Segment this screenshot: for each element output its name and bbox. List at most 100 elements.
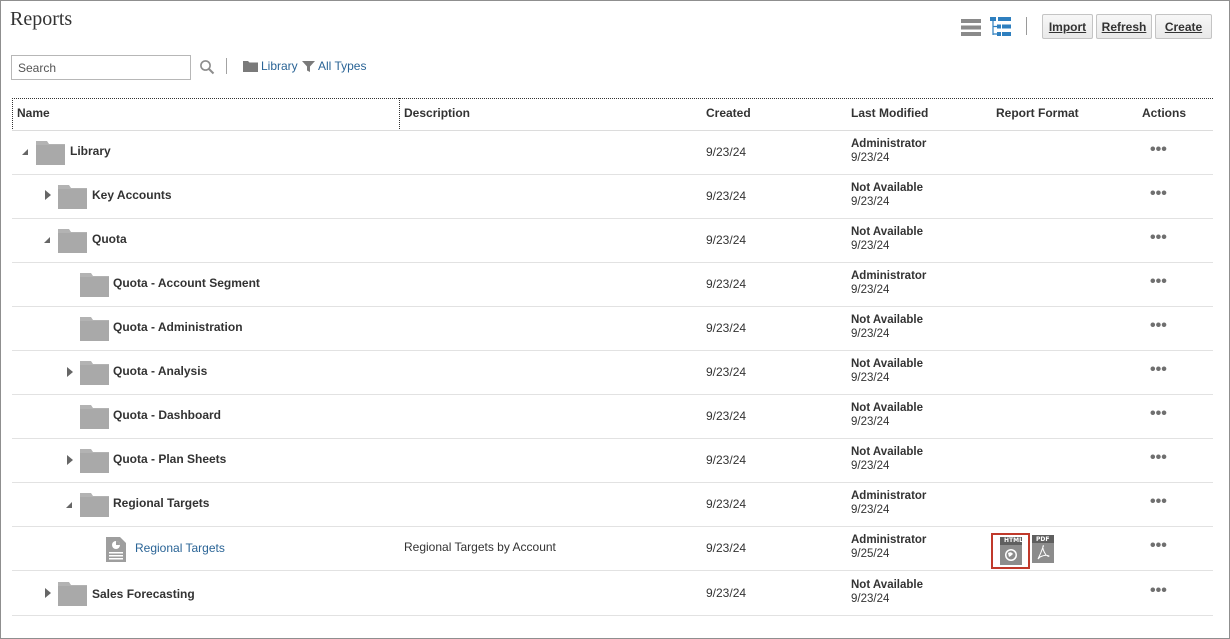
row-created: 9/23/24 [706, 277, 747, 291]
pdf-format-button[interactable]: PDF [1032, 535, 1054, 563]
row-modified-date: 9/23/24 [851, 416, 890, 428]
row-modified-date: 9/23/24 [851, 152, 890, 164]
library-filter[interactable]: Library [243, 59, 298, 73]
row-name[interactable]: Library [70, 144, 111, 158]
search-icon[interactable] [199, 59, 215, 75]
row-actions-menu[interactable]: ••• [1150, 583, 1167, 599]
row-name[interactable]: Quota - Account Segment [113, 276, 260, 290]
row-name[interactable]: Quota - Administration [113, 320, 243, 334]
row-modified-date: 9/23/24 [851, 240, 890, 252]
tree-view-icon[interactable] [990, 17, 1011, 38]
folder-icon [243, 61, 258, 72]
folder-icon [80, 405, 109, 429]
row-created: 9/23/24 [706, 365, 747, 379]
collapse-caret-icon[interactable] [64, 500, 74, 510]
row-actions-menu[interactable]: ••• [1150, 450, 1167, 466]
row-created: 9/23/24 [706, 586, 747, 600]
row-name[interactable]: Quota - Analysis [113, 364, 207, 378]
row-modified-by: Not Available [851, 358, 923, 370]
table-row[interactable]: Quota - Plan Sheets 9/23/24 Not Availabl… [12, 439, 1213, 483]
expand-caret-icon[interactable] [43, 190, 53, 200]
expand-caret-icon[interactable] [43, 588, 53, 598]
table-row[interactable]: Quota - Account Segment 9/23/24 Administ… [12, 263, 1213, 307]
expand-caret-icon[interactable] [65, 455, 75, 465]
folder-icon [80, 273, 109, 297]
row-modified-date: 9/23/24 [851, 460, 890, 472]
table-row[interactable]: Quota - Analysis 9/23/24 Not Available 9… [12, 351, 1213, 395]
table-row[interactable]: Quota 9/23/24 Not Available 9/23/24 ••• [12, 219, 1213, 263]
row-modified-date: 9/25/24 [851, 548, 890, 560]
column-header-created[interactable]: Created [706, 106, 751, 120]
row-actions-menu[interactable]: ••• [1150, 362, 1167, 378]
refresh-button-label: Refresh [1101, 19, 1147, 34]
table-row[interactable]: Sales Forecasting 9/23/24 Not Available … [12, 572, 1213, 616]
table-row[interactable]: Key Accounts 9/23/24 Not Available 9/23/… [12, 175, 1213, 219]
row-name[interactable]: Key Accounts [92, 188, 172, 202]
row-name[interactable]: Quota - Dashboard [113, 408, 221, 422]
import-button[interactable]: Import [1042, 14, 1093, 39]
row-name[interactable]: Sales Forecasting [92, 587, 195, 601]
import-button-label: Import [1048, 19, 1087, 34]
reports-panel: Reports Import Refresh Create Library [0, 0, 1230, 639]
column-header-description[interactable]: Description [404, 106, 470, 120]
row-modified-by: Administrator [851, 534, 927, 546]
folder-icon [36, 141, 65, 165]
row-modified-date: 9/23/24 [851, 328, 890, 340]
row-created: 9/23/24 [706, 409, 747, 423]
folder-icon [80, 361, 109, 385]
row-actions-menu[interactable]: ••• [1150, 230, 1167, 246]
row-created: 9/23/24 [706, 541, 747, 555]
page-title: Reports [10, 8, 73, 30]
row-modified-by: Administrator [851, 270, 927, 282]
row-modified-date: 9/23/24 [851, 504, 890, 516]
column-header-name[interactable]: Name [17, 106, 50, 120]
row-actions-menu[interactable]: ••• [1150, 494, 1167, 510]
row-actions-menu[interactable]: ••• [1150, 274, 1167, 290]
create-button[interactable]: Create [1155, 14, 1212, 39]
row-modified-by: Administrator [851, 138, 927, 150]
row-modified-by: Administrator [851, 490, 927, 502]
expand-caret-icon[interactable] [65, 367, 75, 377]
search-divider [226, 58, 227, 74]
collapse-caret-icon[interactable] [20, 147, 30, 157]
type-filter[interactable]: All Types [302, 59, 366, 73]
folder-icon [80, 317, 109, 341]
column-header-actions[interactable]: Actions [1142, 106, 1186, 120]
row-actions-menu[interactable]: ••• [1150, 142, 1167, 158]
row-modified-by: Not Available [851, 402, 923, 414]
row-name[interactable]: Quota [92, 232, 127, 246]
folder-icon [58, 582, 87, 606]
list-view-icon[interactable] [961, 19, 981, 36]
column-header-report-format[interactable]: Report Format [996, 106, 1079, 120]
collapse-caret-icon[interactable] [42, 235, 52, 245]
column-header-last-modified[interactable]: Last Modified [851, 106, 928, 120]
row-name[interactable]: Quota - Plan Sheets [113, 452, 226, 466]
row-created: 9/23/24 [706, 233, 747, 247]
row-modified-date: 9/23/24 [851, 284, 890, 296]
html-format-label: HTML [1004, 537, 1023, 544]
row-created: 9/23/24 [706, 453, 747, 467]
create-button-label: Create [1164, 19, 1203, 34]
table-row[interactable]: Regional Targets Regional Targets by Acc… [12, 527, 1213, 571]
report-link[interactable]: Regional Targets [135, 541, 225, 555]
row-created: 9/23/24 [706, 321, 747, 335]
row-actions-menu[interactable]: ••• [1150, 318, 1167, 334]
row-actions-menu[interactable]: ••• [1150, 538, 1167, 554]
row-actions-menu[interactable]: ••• [1150, 186, 1167, 202]
table-row[interactable]: Quota - Administration 9/23/24 Not Avail… [12, 307, 1213, 351]
row-actions-menu[interactable]: ••• [1150, 406, 1167, 422]
report-document-icon [106, 537, 126, 562]
table-row[interactable]: Quota - Dashboard 9/23/24 Not Available … [12, 395, 1213, 439]
folder-icon [80, 449, 109, 473]
table-row[interactable]: Regional Targets 9/23/24 Administrator 9… [12, 483, 1213, 527]
search-input[interactable] [11, 55, 191, 80]
folder-icon [58, 185, 87, 209]
table-row[interactable]: Library 9/23/24 Administrator 9/23/24 ••… [12, 131, 1213, 175]
html-format-button[interactable]: HTML [991, 533, 1030, 569]
row-name[interactable]: Regional Targets [113, 496, 209, 510]
pdf-format-label: PDF [1036, 536, 1050, 543]
row-created: 9/23/24 [706, 189, 747, 203]
refresh-button[interactable]: Refresh [1096, 14, 1152, 39]
row-modified-by: Not Available [851, 182, 923, 194]
type-filter-label: All Types [318, 59, 367, 73]
